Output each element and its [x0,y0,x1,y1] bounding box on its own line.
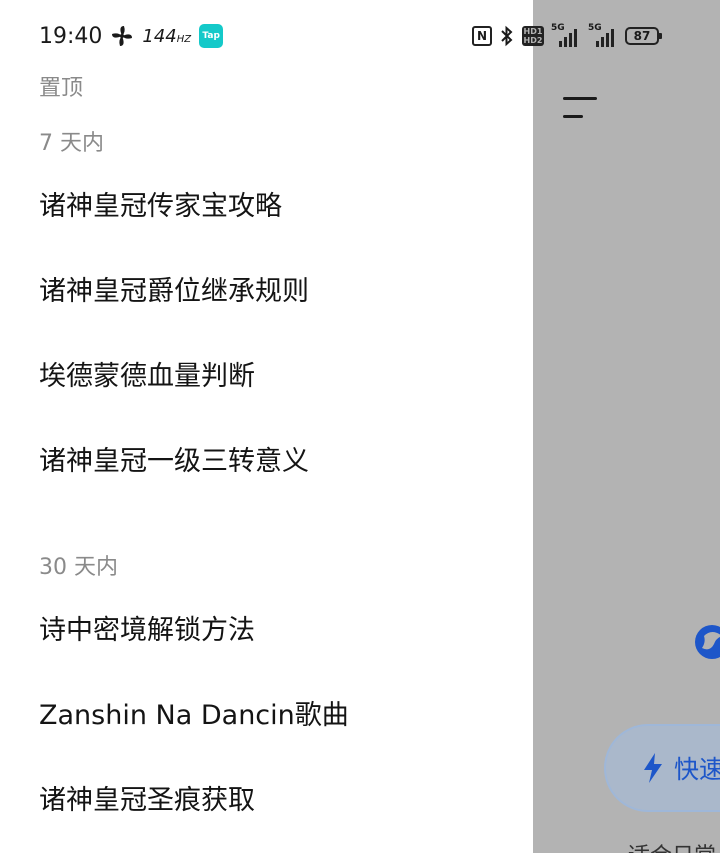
nfc-icon: N [472,26,492,46]
hd-voice-icon: HD1 HD2 [522,26,544,46]
section-label-7-days: 7 天内 [39,131,104,156]
bluetooth-icon [501,25,513,47]
battery-icon: 87 [625,27,662,45]
menu-icon[interactable] [563,97,597,123]
history-item[interactable]: 诗中密境解锁方法 [39,601,519,661]
dim-overlay[interactable]: 快速 适合日常 [533,0,720,853]
history-item[interactable]: 诸神皇冠传家宝攻略 [39,177,519,237]
history-item[interactable]: Zanshin Na Dancin歌曲 [39,686,519,746]
signal-icon-2: 5G [588,23,618,47]
history-item[interactable]: 诸神皇冠圣痕获取 [39,771,519,831]
history-item[interactable]: 诸神皇冠爵位继承规则 [39,262,519,322]
quick-button-label: 快速 [674,755,720,784]
history-item[interactable]: 诸神皇冠一级三转意义 [39,432,519,492]
history-item[interactable]: 埃德蒙德血量判断 [39,347,519,407]
lightning-icon [644,753,662,783]
pinned-section-label: 置顶 [39,76,84,101]
app-logo-icon [695,625,720,659]
section-label-30-days: 30 天内 [39,555,118,580]
status-left: 19:40 144HZ Tap [39,20,224,52]
fan-icon [112,26,133,46]
tap-app-icon: Tap [199,24,224,48]
quick-action-button[interactable]: 快速 [604,724,720,812]
bottom-hint-text: 适合日常 [628,838,716,853]
hd-top: HD1 [523,27,543,36]
history-drawer: 置顶 7 天内 诸神皇冠传家宝攻略 诸神皇冠爵位继承规则 埃德蒙德血量判断 诸神… [0,0,533,853]
signal-icon-1: 5G [551,23,581,47]
refresh-rate: 144HZ [142,26,191,47]
status-bar: 19:40 144HZ Tap N HD1 HD2 5G 5G 87 [0,0,720,70]
refresh-rate-value: 144 [142,25,177,47]
status-time: 19:40 [39,23,103,49]
hd-bottom: HD2 [523,36,543,45]
refresh-rate-unit: HZ [176,33,192,45]
status-right: N HD1 HD2 5G 5G 87 [472,22,662,50]
